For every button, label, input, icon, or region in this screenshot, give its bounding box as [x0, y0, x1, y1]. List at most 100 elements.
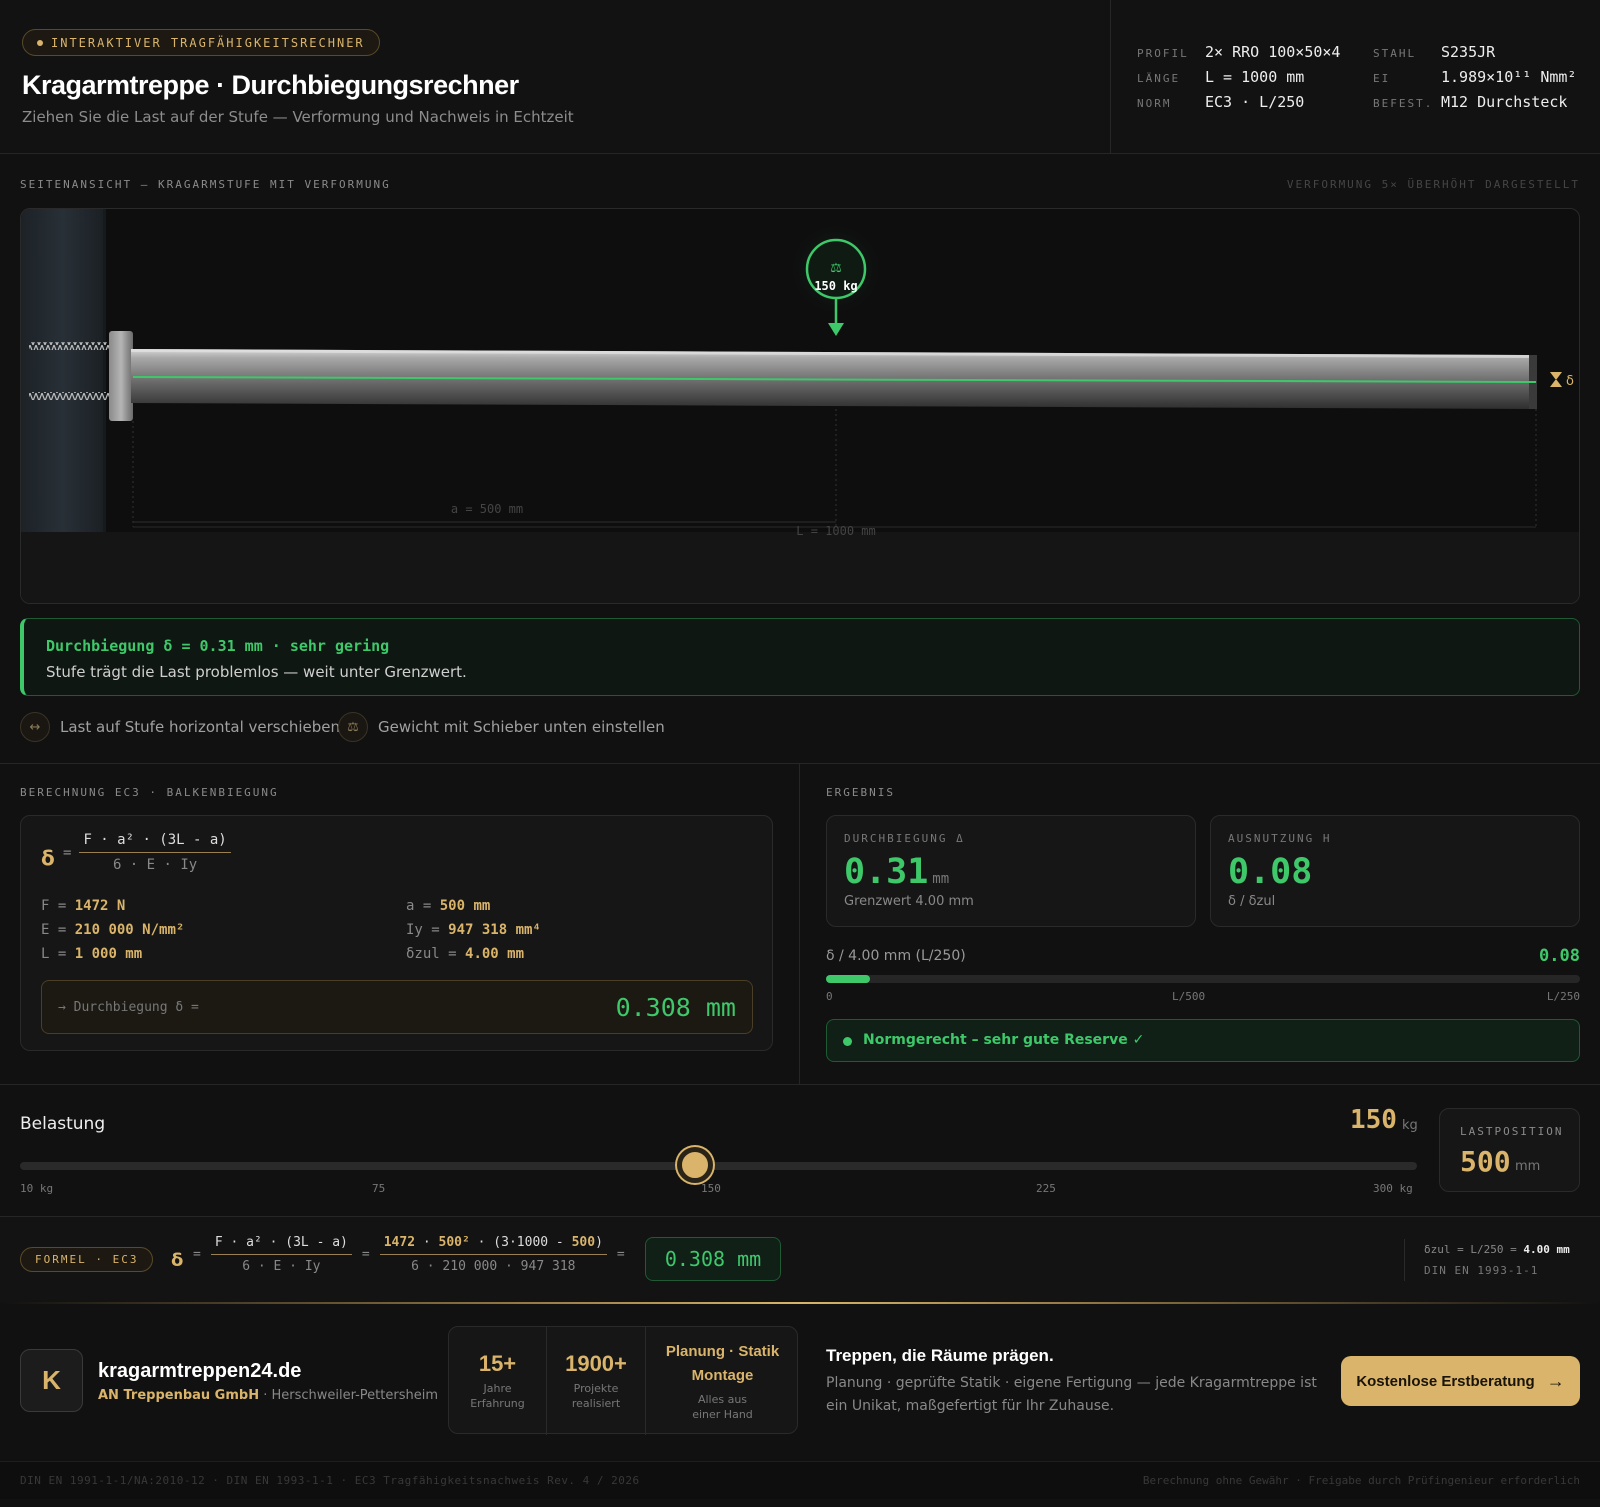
arrow-right-icon: → [1546, 1370, 1565, 1391]
page-title: Kragarmtreppe · Durchbiegungsrechner [22, 70, 519, 100]
side-view-note: VERFORMUNG 5× ÜBERHÖHT DARGESTELLT [1286, 178, 1580, 191]
utilization-bar-fill [826, 975, 871, 983]
var-delta-zul: δzul = 4.00 mm [406, 946, 525, 962]
load-title: Belastung [20, 1114, 106, 1134]
utilization-value: 0.08 [1228, 852, 1313, 892]
var-F: F = 1472 N [41, 898, 126, 914]
hint-move: ↔ Last auf Stufe horizontal verschieben [20, 712, 340, 742]
load-position-box: LASTPOSITION 500 mm [1439, 1108, 1580, 1192]
horizontal-arrows-icon: ↔ [20, 712, 50, 742]
consultation-button-label: Kostenlose Erstberatung [1356, 1372, 1535, 1390]
load-position-label: LASTPOSITION [1460, 1125, 1564, 1138]
tagline-text: Planung · geprüfte Statik · eigene Ferti… [826, 1375, 1317, 1414]
results-label: ERGEBNIS [826, 786, 895, 799]
calc-formula: = F · a² · (3L - a) 6 · E · Iy [63, 832, 231, 873]
site-name[interactable]: kragarmtreppen24.de [98, 1360, 301, 1383]
spec-panel: PROFIL 2× RRO 100×50×4 LÄNGE L = 1000 mm… [1110, 0, 1600, 154]
deflection-card: DURCHBIEGUNG Δ 0.31 mm Grenzwert 4.00 mm [826, 815, 1196, 927]
slider-tick-150: 150 [701, 1182, 721, 1195]
formula-badge: FORMEL · EC3 [20, 1247, 154, 1272]
load-slider-track[interactable] [20, 1162, 1417, 1170]
spec-laenge: LÄNGE L = 1000 mm [1137, 68, 1305, 86]
badge-text: INTERAKTIVER TRAGFÄHIGKEITSRECHNER [51, 35, 365, 50]
formula-denominator: 6 · E · Iy [112, 857, 198, 873]
load-slider-thumb[interactable] [676, 1147, 713, 1183]
bolt-bottom [29, 392, 109, 400]
slider-tick-min: 10 kg [20, 1182, 54, 1195]
load-handle[interactable]: ⚖ 150 kg [788, 221, 884, 336]
divider [0, 1084, 1600, 1085]
load-value: 150 [1350, 1105, 1397, 1135]
load-arrow-head [828, 323, 844, 336]
utilization-title: AUSNUTZUNG Η [1228, 832, 1332, 845]
formula-strip: FORMEL · EC3 δ = F · a² · (3L - a) 6 · E… [0, 1216, 1600, 1302]
beam-viewport[interactable]: a = 500 mm L = 1000 mm δ ⚖ 150 kg [20, 208, 1580, 604]
utilization-bar-title: δ / 4.00 mm (L/250) [826, 948, 966, 964]
status-text: Stufe trägt die Last problemlos — weit u… [46, 663, 467, 681]
norm-reference: DIN EN 1993-1-1 [1424, 1264, 1539, 1277]
hint-move-text: Last auf Stufe horizontal verschieben [60, 718, 341, 736]
formula-fraction: F · a² · (3L - a) 6 · E · Iy [79, 832, 231, 873]
deflection-limit: Grenzwert 4.00 mm [844, 894, 974, 909]
column-divider [799, 764, 800, 1084]
slider-tick-max: 300 kg [1373, 1182, 1413, 1195]
var-Iy: Iy = 947 318 mm⁴ [406, 922, 541, 938]
formula-numeric-den: 6 · 210 000 · 947 318 [411, 1259, 576, 1274]
bar-tick-l500: L/500 [1172, 990, 1206, 1003]
load-label: 150 kg [814, 279, 857, 293]
page-subtitle: Ziehen Sie die Last auf der Stufe — Verf… [22, 108, 574, 126]
status-headline: Durchbiegung δ = 0.31 mm · sehr gering [46, 637, 390, 655]
scale-icon: ⚖ [338, 712, 368, 742]
beam-drawing: a = 500 mm L = 1000 mm δ ⚖ 150 kg [21, 209, 1579, 603]
norm-references: DIN EN 1991-1-1/NA:2010-12 · DIN EN 1993… [20, 1474, 640, 1487]
equals-sign: = [63, 844, 72, 861]
load-unit: kg [1402, 1118, 1418, 1133]
spec-norm: NORM EC3 · L/250 [1137, 93, 1305, 111]
company-logo: K [20, 1349, 83, 1412]
deflection-title: DURCHBIEGUNG Δ [844, 832, 965, 845]
hint-weight: ⚖ Gewicht mit Schieber unten einstellen [338, 712, 665, 742]
spec-befest: BEFEST. M12 Durchsteck [1373, 93, 1568, 111]
formula-divider [1404, 1239, 1405, 1281]
status-box: Durchbiegung δ = 0.31 mm · sehr gering S… [20, 618, 1580, 696]
dim-a-label: a = 500 mm [451, 502, 523, 516]
wall [21, 209, 105, 532]
formula-eq-2: = [361, 1247, 370, 1262]
company-info: AN Treppenbau GmbH · Herschweiler-Petter… [98, 1388, 439, 1403]
gold-divider [0, 1302, 1600, 1304]
disclaimer: Berechnung ohne Gewähr · Freigabe durch … [1142, 1474, 1580, 1487]
formula-eq-3: = [616, 1247, 625, 1262]
calc-result-box: → Durchbiegung δ = 0.308 mm [41, 980, 753, 1034]
formula-result: 0.308 mm [645, 1237, 781, 1281]
stat-services: Planung · Statik Montage Alles aus einer … [665, 1343, 780, 1421]
stat-years: 15+ Jahre Erfahrung [470, 1351, 525, 1410]
var-E: E = 210 000 N/mm² [41, 922, 185, 938]
compliance-text: Normgerecht – sehr gute Reserve ✓ [863, 1032, 1145, 1048]
side-view-label: SEITENANSICHT — KRAGARMSTUFE MIT VERFORM… [20, 178, 391, 191]
formula-symbolic-num: F · a² · (3L - a) [210, 1235, 352, 1255]
dim-L-label: L = 1000 mm [796, 524, 875, 538]
slider-tick-225: 225 [1036, 1182, 1056, 1195]
compliance-box: Normgerecht – sehr gute Reserve ✓ [826, 1019, 1580, 1062]
bar-tick-0: 0 [826, 990, 833, 1003]
tagline-title: Treppen, die Räume prägen. [826, 1346, 1054, 1365]
calc-panel: δ = F · a² · (3L - a) 6 · E · Iy F = 147… [20, 815, 773, 1051]
header: INTERAKTIVER TRAGFÄHIGKEITSRECHNER Kraga… [0, 0, 1600, 154]
stat-projects: 1900+ Projekte realisiert [565, 1351, 627, 1410]
spec-profil: PROFIL 2× RRO 100×50×4 [1137, 43, 1341, 61]
status-dot [843, 1037, 852, 1046]
badge-dot [37, 39, 43, 46]
delta-marker-label: δ [1566, 374, 1574, 389]
formula-delta: δ [171, 1250, 184, 1271]
delta-marker: δ [1550, 372, 1574, 389]
delta-symbol: δ [41, 846, 55, 870]
var-L: L = 1 000 mm [41, 946, 143, 962]
spec-stahl: STAHL S235JR [1373, 43, 1496, 61]
calc-label: BERECHNUNG EC3 · BALKENBIEGUNG [20, 786, 279, 799]
consultation-button[interactable]: Kostenlose Erstberatung → [1341, 1356, 1580, 1406]
formula-symbolic: F · a² · (3L - a) 6 · E · Iy [210, 1235, 352, 1274]
utilization-bar [826, 975, 1580, 983]
mount-plate [109, 331, 133, 421]
bolt-top [29, 342, 109, 350]
limit-formula: δzul = L/250 = 4.00 mm [1424, 1243, 1570, 1256]
